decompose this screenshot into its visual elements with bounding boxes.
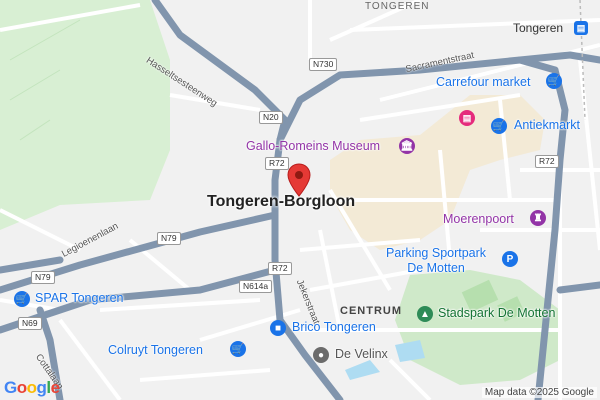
area-label-tongeren: TONGEREN [365, 1, 430, 12]
r72-shield-top: R72 [265, 157, 289, 170]
train-station-icon[interactable]: ▤ [574, 21, 588, 35]
poi-label-spar[interactable]: SPAR Tongeren [35, 291, 123, 305]
poi-label-moerenpoort[interactable]: Moerenpoort [443, 212, 514, 226]
theater-icon[interactable]: ● [313, 347, 329, 363]
shopping-bag-icon[interactable]: ■ [270, 320, 286, 336]
museum-icon[interactable]: 🏛 [399, 138, 415, 154]
shopping-cart-icon[interactable]: 🛒 [546, 73, 562, 89]
poi-label-parking[interactable]: Parking Sportpark De Motten [386, 246, 486, 276]
water-pond [395, 340, 425, 362]
poi-label-brico[interactable]: Brico Tongeren [292, 320, 376, 334]
n730-shield: N730 [309, 58, 338, 71]
district-label-centrum: CENTRUM [340, 305, 402, 317]
castle-icon[interactable]: ♜ [530, 210, 546, 226]
map-canvas[interactable]: N730 N20 R72 R72 R72 N79 N79 N614a N69 H… [0, 0, 600, 400]
n614a-shield: N614a [239, 280, 273, 293]
shopping-cart-icon[interactable]: 🛒 [230, 341, 246, 357]
poi-label-stadspark[interactable]: Stadspark De Motten [438, 306, 555, 320]
city-label: Tongeren-Borgloon [207, 193, 356, 210]
poi-label-parking-line2: De Motten [407, 261, 465, 275]
tree-icon[interactable]: ▲ [417, 306, 433, 322]
n79-shield-left: N79 [31, 271, 55, 284]
ring-right-lower [556, 281, 600, 294]
r72-shield-mid: R72 [268, 262, 292, 275]
poi-label-parking-line1: Parking Sportpark [386, 246, 487, 260]
poi-label-colruyt[interactable]: Colruyt Tongeren [108, 343, 203, 357]
park-area [0, 0, 170, 230]
station-label[interactable]: Tongeren [513, 21, 563, 35]
location-marker-icon[interactable] [287, 163, 311, 197]
poi-label-gallo-romeins-museum[interactable]: Gallo-Romeins Museum [246, 139, 380, 153]
poi-label-de-velinx[interactable]: De Velinx [335, 347, 388, 361]
parking-icon[interactable]: P [502, 251, 518, 267]
water-channel [345, 360, 380, 380]
n20-shield: N20 [259, 111, 283, 124]
shopping-cart-icon[interactable]: 🛒 [491, 118, 507, 134]
shopping-cart-icon[interactable]: 🛒 [14, 291, 30, 307]
ring-top-right [516, 51, 600, 64]
n79-shield-mid: N79 [157, 232, 181, 245]
n79-road-2 [0, 256, 64, 274]
n69-shield: N69 [18, 317, 42, 330]
map-attribution[interactable]: Map data ©2025 Google [481, 387, 597, 398]
r72-shield-right: R72 [535, 155, 559, 168]
poi-label-carrefour[interactable]: Carrefour market [436, 75, 530, 89]
google-logo[interactable]: Google [4, 378, 60, 398]
hotel-icon[interactable]: ▤ [459, 110, 475, 126]
poi-label-antiekmarkt[interactable]: Antiekmarkt [514, 118, 580, 132]
